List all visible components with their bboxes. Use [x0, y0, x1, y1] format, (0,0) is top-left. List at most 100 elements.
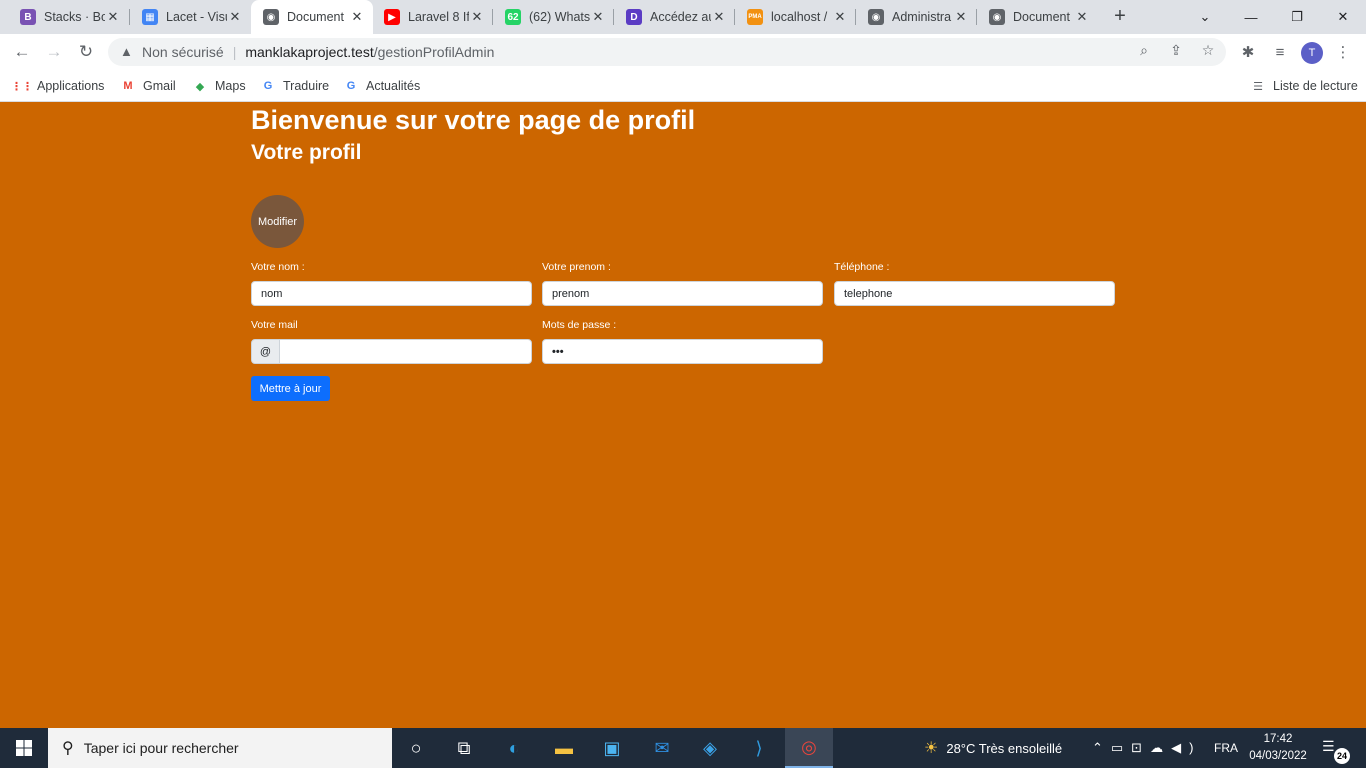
reading-list-button[interactable]: ☰ Liste de lecture [1250, 76, 1358, 96]
clock-date: 04/03/2022 [1249, 750, 1307, 762]
new-tab-button[interactable]: + [1110, 6, 1130, 26]
bookmarks-bar: ⋮⋮ Applications M Gmail ◆ Maps G Traduire G Actua… [0, 70, 1366, 102]
profile-page: Bienvenue sur votre page de profil Votre… [0, 103, 1366, 728]
password-input[interactable]: ••• [542, 339, 823, 364]
windows-logo-icon [16, 740, 32, 756]
profile-avatar[interactable]: T [1301, 42, 1323, 64]
tab-close-icon[interactable]: ✕ [1074, 9, 1090, 25]
reading-list-label: Liste de lecture [1273, 79, 1358, 93]
update-button[interactable]: Mettre à jour [251, 376, 330, 401]
separator: | [232, 44, 237, 60]
browser-tab[interactable]: ◉ Administra ✕ [856, 0, 977, 34]
clock[interactable]: 17:42 04/03/2022 [1248, 731, 1308, 765]
tab-title: (62) Whats [529, 10, 590, 24]
chrome-icon[interactable]: ◎ [785, 728, 833, 768]
telephone-input[interactable]: telephone [834, 281, 1115, 306]
tab-close-icon[interactable]: ✕ [227, 9, 243, 25]
modify-avatar-button[interactable]: Modifier [251, 195, 304, 248]
app-icon[interactable]: ◈ [686, 728, 734, 768]
edge-icon[interactable]: ◐ [490, 728, 538, 768]
bookmark-actualités[interactable]: G Actualités [343, 76, 420, 96]
tab-close-icon[interactable]: ✕ [105, 9, 121, 25]
bookmark-label: Maps [215, 79, 246, 93]
vscode-icon[interactable]: ⟩ [735, 728, 783, 768]
language-indicator[interactable]: FRA [1214, 728, 1238, 768]
url-path[interactable]: /gestionProfilAdmin [374, 44, 495, 60]
store-icon[interactable]: ▣ [588, 728, 636, 768]
forward-arrow-icon[interactable]: → [40, 39, 68, 65]
nom-label: Votre nom : [251, 261, 305, 273]
tab-title: Lacet - Visu [166, 10, 227, 24]
taskbar-search-box[interactable]: ⚲ Taper ici pour rechercher [48, 728, 392, 768]
media-queue-icon[interactable]: ≡ [1270, 42, 1290, 62]
bookmark-label: Gmail [143, 79, 176, 93]
extensions-puzzle-icon[interactable]: ✱ [1238, 42, 1258, 62]
bookmark-applications[interactable]: ⋮⋮ Applications [11, 76, 104, 96]
browser-tab[interactable]: ▦ Lacet - Visu ✕ [130, 0, 251, 34]
notification-count-badge: 24 [1334, 748, 1350, 764]
search-icon: ⚲ [62, 740, 74, 757]
bookmark-label: Actualités [366, 79, 421, 93]
file-explorer-icon[interactable]: ▬ [540, 728, 588, 768]
warning-triangle-icon[interactable]: ▲ [120, 45, 134, 59]
tab-close-icon[interactable]: ✕ [469, 9, 485, 25]
browser-tab[interactable]: ▶ Laravel 8 If ✕ [372, 0, 493, 34]
reading-list-icon: ☰ [1253, 80, 1263, 93]
mail-icon[interactable]: ✉ [638, 728, 686, 768]
mail-at-prefix: @ [251, 339, 280, 364]
weather-text: 28°C Très ensoleillé [946, 740, 1063, 756]
zoom-icon[interactable]: ⌕ [1134, 40, 1154, 60]
cortana-icon[interactable]: ○ [392, 728, 440, 768]
tab-separator [492, 9, 493, 25]
mail-input[interactable] [279, 339, 532, 364]
maps-pin-icon: ◆ [195, 80, 205, 93]
system-tray-icons[interactable]: ⌃▭⊡☁◀) [1092, 728, 1201, 768]
browser-tab[interactable]: PMA localhost / ✕ [735, 0, 856, 34]
url-host[interactable]: manklakaproject.test [245, 44, 373, 60]
bookmark-maps[interactable]: ◆ Maps [192, 76, 246, 96]
back-arrow-icon[interactable]: ← [8, 39, 36, 65]
browser-tab[interactable]: 62 (62) Whats ✕ [493, 0, 614, 34]
task-view-icon[interactable]: ⧉ [440, 728, 488, 768]
minimize-button[interactable]: — [1228, 0, 1274, 34]
security-label[interactable]: Non sécurisé [142, 44, 224, 60]
translate-icon: G [263, 80, 273, 92]
more-menu-icon[interactable]: ⋮ [1333, 42, 1353, 62]
tab-close-icon[interactable]: ✕ [590, 9, 606, 25]
restore-button[interactable]: ❐ [1274, 0, 1320, 34]
tab-title: Laravel 8 If [408, 10, 469, 24]
tab-close-icon[interactable]: ✕ [832, 9, 848, 25]
notification-center-icon[interactable]: ☰ 24 [1322, 738, 1350, 764]
gmail-icon: M [123, 80, 133, 92]
news-icon: G [346, 80, 356, 92]
page-subtitle: Votre profil [251, 141, 362, 164]
weather-widget[interactable]: ☀ 28°C Très ensoleillé [924, 728, 1062, 768]
tab-close-icon[interactable]: ✕ [349, 9, 365, 25]
mail-label: Votre mail [251, 319, 298, 331]
reload-icon[interactable]: ↻ [72, 39, 100, 65]
tab-title: Stacks · Bo [44, 10, 105, 24]
close-window-button[interactable]: ✕ [1320, 0, 1366, 34]
browser-tab[interactable]: B Stacks · Bo ✕ [8, 0, 129, 34]
bookmark-label: Traduire [283, 79, 330, 93]
nom-input[interactable]: nom [251, 281, 532, 306]
share-icon[interactable]: ⇪ [1166, 40, 1186, 60]
browser-tab[interactable]: ◉ Document ✕ [251, 0, 373, 34]
windows-start-button[interactable] [0, 728, 48, 768]
address-bar[interactable]: ▲ Non sécurisé | manklakaproject.test/ge… [108, 38, 1226, 66]
browser-tab[interactable]: ◉ Document ✕ [977, 0, 1098, 34]
browser-tab[interactable]: D Accédez au ✕ [614, 0, 735, 34]
tab-separator [855, 9, 856, 25]
page-title: Bienvenue sur votre page de profil [251, 105, 696, 135]
tab-separator [129, 9, 130, 25]
phpmyadmin-icon: PMA [747, 9, 763, 25]
tab-search-chevron-icon[interactable]: ⌄ [1182, 0, 1228, 34]
tab-close-icon[interactable]: ✕ [953, 9, 969, 25]
clock-time: 17:42 [1263, 733, 1293, 745]
bookmark-traduire[interactable]: G Traduire [260, 76, 329, 96]
browser-toolbar: ← → ↻ ▲ Non sécurisé | manklakaproject.t… [0, 34, 1366, 70]
bookmark-star-icon[interactable]: ☆ [1198, 40, 1218, 60]
bookmark-gmail[interactable]: M Gmail [120, 76, 176, 96]
prenom-input[interactable]: prenom [542, 281, 823, 306]
tab-close-icon[interactable]: ✕ [711, 9, 727, 25]
